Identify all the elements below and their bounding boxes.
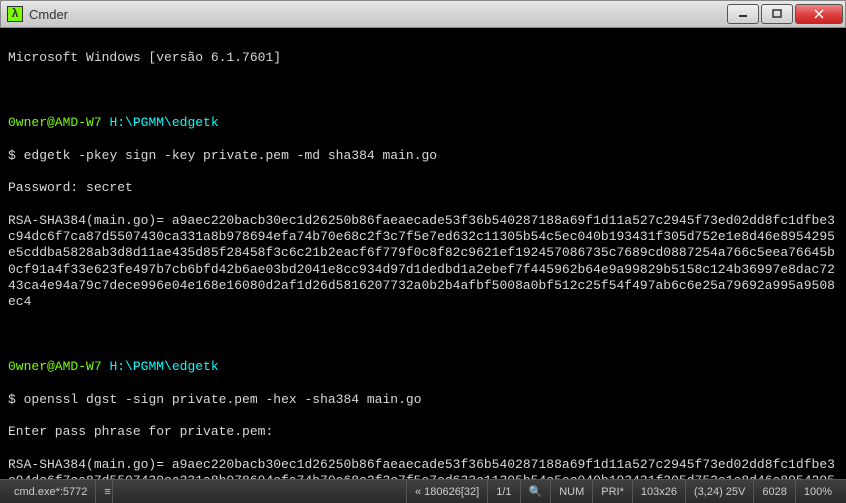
status-spacer xyxy=(113,480,407,503)
terminal-output[interactable]: Microsoft Windows [versão 6.1.7601] 0wne… xyxy=(0,28,846,479)
prompt-line: 0wner@AMD-W7 H:\PGMM\edgetk xyxy=(8,115,838,131)
hash-output: RSA-SHA384(main.go)= a9aec220bacb30ec1d2… xyxy=(8,457,838,480)
status-zoom: 100% xyxy=(796,480,840,503)
hash-output: RSA-SHA384(main.go)= a9aec220bacb30ec1d2… xyxy=(8,213,838,311)
statusbar: cmd.exe*:5772 ≡ « 180626[32] 1/1 🔍 NUM P… xyxy=(0,479,846,503)
banner-line: Microsoft Windows [versão 6.1.7601] xyxy=(8,50,838,66)
command-line: $ edgetk -pkey sign -key private.pem -md… xyxy=(8,148,838,164)
status-numlock: NUM xyxy=(551,480,593,503)
command-line: $ openssl dgst -sign private.pem -hex -s… xyxy=(8,392,838,408)
status-cols: 103x26 xyxy=(633,480,686,503)
status-pid: 6028 xyxy=(754,480,795,503)
status-search-icon[interactable]: 🔍 xyxy=(521,480,552,503)
status-pri: PRI* xyxy=(593,480,633,503)
status-scroll: « 180626[32] xyxy=(407,480,488,503)
maximize-button[interactable] xyxy=(761,4,793,24)
menu-icon[interactable]: ≡ xyxy=(96,480,113,503)
titlebar: λ Cmder xyxy=(0,0,846,28)
window-title: Cmder xyxy=(29,7,727,22)
app-icon: λ xyxy=(7,6,23,22)
tab-indicator[interactable]: cmd.exe*:5772 xyxy=(6,480,96,503)
window-buttons xyxy=(727,4,843,24)
passphrase-line: Enter pass phrase for private.pem: xyxy=(8,424,838,440)
password-line: Password: secret xyxy=(8,180,838,196)
status-line: 1/1 xyxy=(488,480,520,503)
close-button[interactable] xyxy=(795,4,843,24)
minimize-button[interactable] xyxy=(727,4,759,24)
status-cursor: (3,24) 25V xyxy=(686,480,754,503)
prompt-line: 0wner@AMD-W7 H:\PGMM\edgetk xyxy=(8,359,838,375)
